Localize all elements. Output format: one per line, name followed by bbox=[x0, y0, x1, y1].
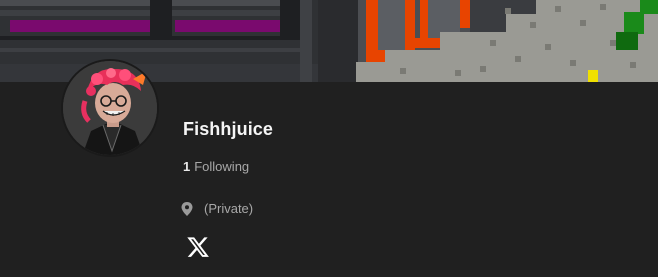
location-value: (Private) bbox=[204, 201, 254, 216]
following-label: Following bbox=[194, 159, 250, 174]
avatar[interactable] bbox=[61, 59, 159, 157]
location: (Private) bbox=[181, 201, 253, 216]
following-count: 1 bbox=[183, 159, 191, 174]
x-logo-icon[interactable] bbox=[187, 236, 209, 258]
following-stat[interactable]: 1 Following bbox=[183, 159, 249, 174]
map-pin-icon bbox=[181, 201, 193, 216]
username: Fishhjuice bbox=[183, 119, 274, 139]
